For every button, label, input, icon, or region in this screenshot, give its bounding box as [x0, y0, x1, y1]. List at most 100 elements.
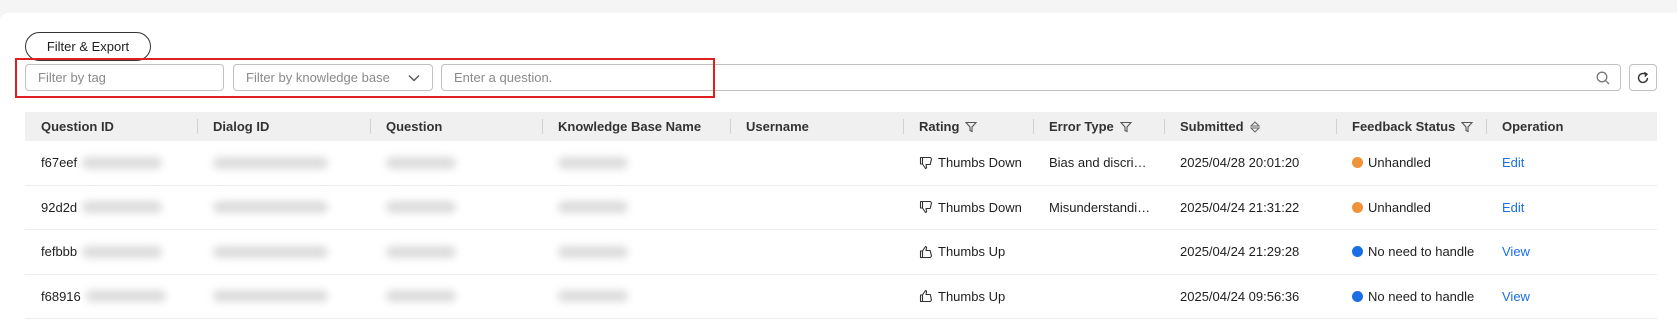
- column-question-id: Question ID: [41, 119, 114, 134]
- thumbs-down-icon: [919, 156, 933, 170]
- operation-cell: View: [1486, 275, 1657, 319]
- redacted-value: [82, 245, 163, 258]
- redacted-value: [386, 156, 456, 169]
- redacted-value: [386, 245, 456, 258]
- error-type-cell: [1033, 275, 1164, 319]
- feedback-status-cell: Unhandled: [1336, 141, 1486, 185]
- question-cell: [370, 275, 542, 319]
- status-badge: Unhandled: [1368, 199, 1431, 215]
- column-knowledge-base-name: Knowledge Base Name: [542, 112, 730, 141]
- redacted-value: [558, 201, 628, 214]
- redacted-value: [82, 201, 163, 214]
- dialog-id-cell: [197, 186, 370, 230]
- question-search-input[interactable]: [454, 70, 1596, 85]
- table-row: f67eef Thumbs Down Bias and discri… 2025…: [25, 141, 1657, 186]
- redacted-value: [386, 290, 456, 303]
- chevron-down-icon: [408, 74, 420, 82]
- operation-cell: View: [1486, 230, 1657, 274]
- submitted-cell: 2025/04/24 09:56:36: [1164, 275, 1336, 319]
- submitted-cell: 2025/04/28 20:01:20: [1164, 141, 1336, 185]
- feedback-table: Question ID Dialog ID Question Knowledge…: [25, 112, 1657, 319]
- rating-cell: Thumbs Up: [903, 275, 1033, 319]
- table-body: f67eef Thumbs Down Bias and discri… 2025…: [25, 141, 1657, 319]
- error-type-cell: Misunderstandi…: [1033, 186, 1164, 230]
- rating-label: Thumbs Up: [938, 288, 1006, 304]
- error-type-label: Bias and discri…: [1049, 155, 1147, 171]
- redacted-value: [213, 156, 328, 169]
- column-username: Username: [730, 112, 903, 141]
- submitted-time: 2025/04/28 20:01:20: [1180, 155, 1300, 171]
- refresh-button[interactable]: [1629, 64, 1657, 91]
- operation-link[interactable]: View: [1502, 289, 1530, 304]
- thumbs-up-icon: [919, 289, 933, 303]
- status-badge: No need to handle: [1368, 288, 1475, 304]
- feedback-status-cell: No need to handle: [1336, 230, 1486, 274]
- rating-cell: Thumbs Up: [903, 230, 1033, 274]
- redacted-value: [213, 201, 328, 214]
- filter-export-button[interactable]: Filter & Export: [25, 32, 151, 61]
- table-row: 92d2d Thumbs Down Misunderstandi… 2025/0…: [25, 186, 1657, 230]
- filter-icon[interactable]: [1461, 121, 1474, 133]
- column-dialog-id: Dialog ID: [197, 112, 370, 141]
- operation-link[interactable]: View: [1502, 244, 1530, 259]
- knowledge-base-cell: [542, 141, 730, 185]
- username-cell: [730, 230, 903, 274]
- sort-icon[interactable]: [1249, 120, 1260, 133]
- filter-icon[interactable]: [1119, 121, 1132, 133]
- filter-icon[interactable]: [965, 121, 978, 133]
- status-badge: Unhandled: [1368, 155, 1431, 171]
- rating-label: Thumbs Down: [938, 199, 1022, 215]
- username-cell: [730, 275, 903, 319]
- error-type-cell: [1033, 230, 1164, 274]
- thumbs-up-icon: [919, 245, 933, 259]
- redacted-value: [558, 156, 628, 169]
- redacted-value: [82, 156, 163, 169]
- question-id-cell: f68916: [25, 275, 197, 319]
- feedback-status-cell: Unhandled: [1336, 186, 1486, 230]
- error-type-cell: Bias and discri…: [1033, 141, 1164, 185]
- rating-cell: Thumbs Down: [903, 186, 1033, 230]
- redacted-value: [558, 245, 628, 258]
- question-id-cell: f67eef: [25, 141, 197, 185]
- knowledge-base-placeholder: Filter by knowledge base: [246, 70, 390, 85]
- operation-link[interactable]: Edit: [1502, 155, 1524, 170]
- operation-cell: Edit: [1486, 186, 1657, 230]
- status-badge: No need to handle: [1368, 244, 1475, 260]
- column-operation: Operation: [1486, 112, 1657, 141]
- rating-label: Thumbs Up: [938, 244, 1006, 260]
- column-error-type: Error Type: [1033, 112, 1164, 141]
- username-cell: [730, 186, 903, 230]
- status-dot: [1352, 201, 1363, 213]
- tag-filter-field[interactable]: [25, 64, 224, 91]
- knowledge-base-cell: [542, 275, 730, 319]
- knowledge-base-cell: [542, 230, 730, 274]
- knowledge-base-select[interactable]: Filter by knowledge base: [233, 64, 433, 91]
- submitted-time: 2025/04/24 21:29:28: [1180, 244, 1300, 260]
- question-id: fefbbb: [41, 244, 78, 260]
- table-row: f68916 Thumbs Up 2025/04/24 09:56:36 No …: [25, 275, 1657, 319]
- submitted-cell: 2025/04/24 21:31:22: [1164, 186, 1336, 230]
- submitted-time: 2025/04/24 09:56:36: [1180, 288, 1300, 304]
- username-cell: [730, 141, 903, 185]
- tag-filter-input[interactable]: [38, 70, 223, 85]
- table-row: fefbbb Thumbs Up 2025/04/24 21:29:28 No …: [25, 230, 1657, 275]
- status-dot: [1352, 290, 1363, 302]
- column-rating: Rating: [903, 112, 1033, 141]
- redacted-value: [213, 290, 328, 303]
- redacted-value: [85, 290, 166, 303]
- question-id: 92d2d: [41, 199, 78, 215]
- question-search-field[interactable]: [441, 64, 1621, 91]
- operation-cell: Edit: [1486, 141, 1657, 185]
- rating-label: Thumbs Down: [938, 155, 1022, 171]
- redacted-value: [213, 245, 328, 258]
- redacted-value: [386, 201, 456, 214]
- dialog-id-cell: [197, 141, 370, 185]
- thumbs-down-icon: [919, 200, 933, 214]
- column-submitted: Submitted: [1164, 112, 1336, 141]
- rating-cell: Thumbs Down: [903, 141, 1033, 185]
- question-cell: [370, 141, 542, 185]
- redacted-value: [558, 290, 628, 303]
- operation-link[interactable]: Edit: [1502, 200, 1524, 215]
- search-icon[interactable]: [1596, 71, 1610, 85]
- question-cell: [370, 186, 542, 230]
